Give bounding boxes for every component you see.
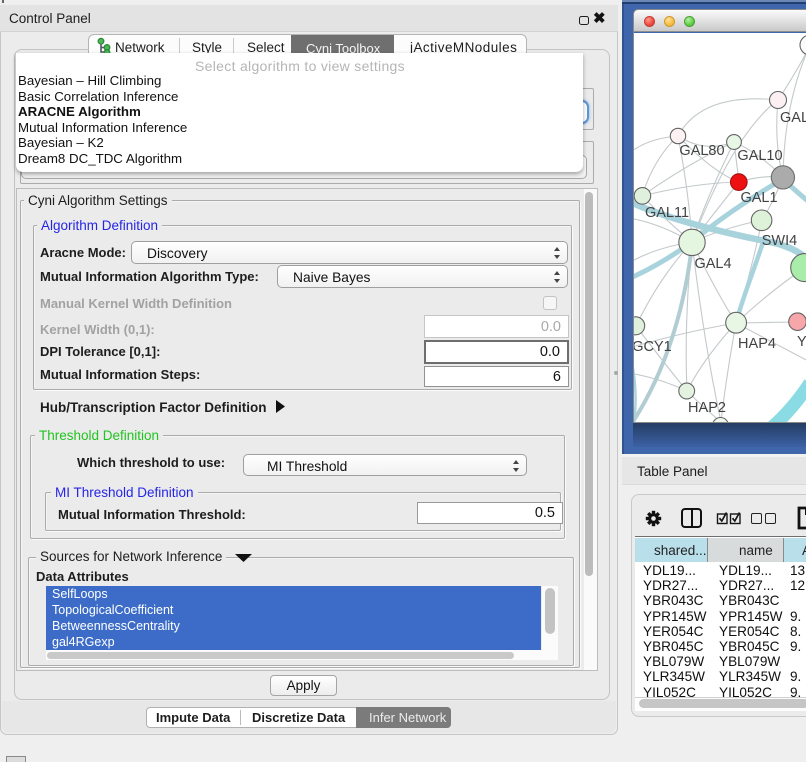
svg-text:GAL2: GAL2 <box>780 110 806 126</box>
svg-text:HAP4: HAP4 <box>738 336 776 352</box>
svg-text:GAL11: GAL11 <box>645 205 689 221</box>
svg-text:GAL1: GAL1 <box>740 190 777 206</box>
svg-text:SWI4: SWI4 <box>762 233 797 249</box>
svg-text:HAP2: HAP2 <box>688 400 726 416</box>
svg-text:GAL80: GAL80 <box>679 143 724 159</box>
svg-text:GAL4: GAL4 <box>694 256 731 272</box>
svg-text:GCY1: GCY1 <box>634 339 672 355</box>
svg-text:YJ: YJ <box>797 334 806 350</box>
svg-text:GAL10: GAL10 <box>737 148 782 164</box>
